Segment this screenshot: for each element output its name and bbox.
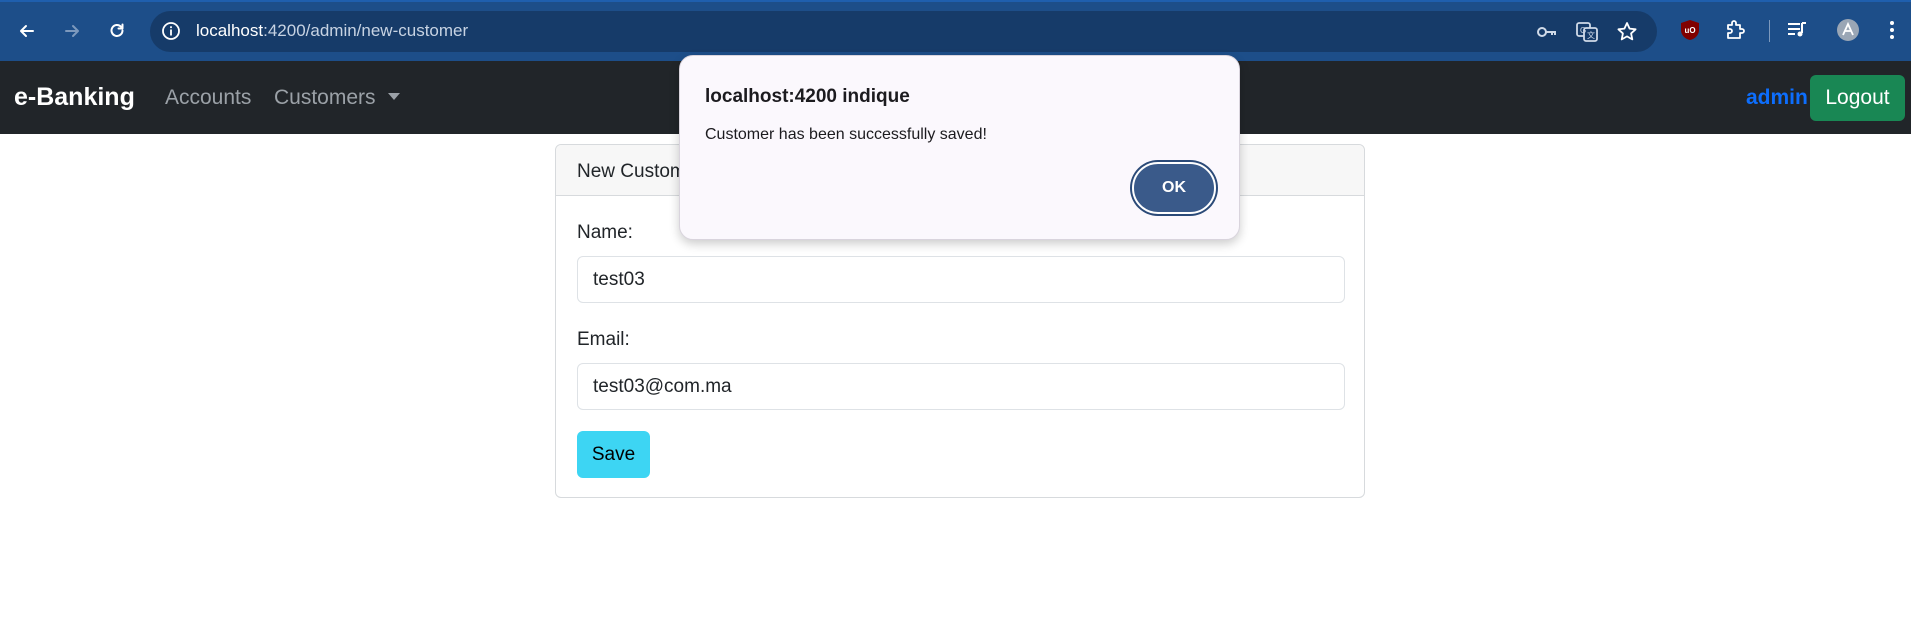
ublock-icon[interactable]: uO	[1678, 18, 1702, 42]
arrow-left-icon	[20, 25, 34, 37]
reload-button[interactable]	[100, 14, 134, 48]
forward-button[interactable]	[55, 14, 89, 48]
name-input[interactable]: test03	[577, 256, 1345, 303]
star-icon[interactable]	[1615, 20, 1639, 44]
nav-customers-label: Customers	[274, 86, 376, 109]
info-icon[interactable]	[160, 20, 182, 42]
alert-dialog: localhost:4200 indique Customer has been…	[679, 55, 1240, 240]
url-host: localhost	[196, 21, 264, 40]
svg-text:uO: uO	[1685, 26, 1696, 35]
nav-customers-dropdown[interactable]: Customers	[274, 86, 400, 110]
translate-icon[interactable]: G文	[1575, 20, 1599, 44]
dialog-message: Customer has been successfully saved!	[705, 126, 987, 143]
current-user: admin	[1746, 86, 1808, 109]
nav-accounts[interactable]: Accounts	[165, 86, 251, 110]
arrow-right-icon	[65, 25, 79, 37]
caret-down-icon	[387, 93, 400, 100]
email-label: Email:	[577, 329, 630, 350]
profile-icon[interactable]	[1836, 18, 1860, 42]
kebab-menu-icon[interactable]	[1880, 18, 1904, 42]
puzzle-icon[interactable]	[1723, 18, 1747, 42]
name-label: Name:	[577, 222, 633, 243]
browser-toolbar: localhost:4200/admin/new-customer G文 uO	[0, 0, 1911, 61]
address-bar[interactable]: localhost:4200/admin/new-customer G文	[150, 11, 1657, 52]
save-button[interactable]: Save	[577, 431, 650, 478]
email-input[interactable]: test03@com.ma	[577, 363, 1345, 410]
ok-button[interactable]: OK	[1132, 162, 1216, 214]
svg-text:文: 文	[1587, 30, 1595, 40]
brand-logo[interactable]: e-Banking	[14, 83, 135, 112]
key-icon[interactable]	[1535, 20, 1559, 44]
url-path: :4200/admin/new-customer	[263, 21, 469, 40]
dialog-title: localhost:4200 indique	[705, 86, 910, 107]
back-button[interactable]	[10, 14, 44, 48]
reload-icon	[110, 23, 124, 37]
url-text[interactable]: localhost:4200/admin/new-customer	[196, 21, 468, 41]
svg-text:G: G	[1580, 26, 1586, 35]
toolbar-separator	[1769, 20, 1770, 42]
media-queue-icon[interactable]	[1785, 18, 1809, 42]
logout-button[interactable]: Logout	[1810, 75, 1905, 121]
